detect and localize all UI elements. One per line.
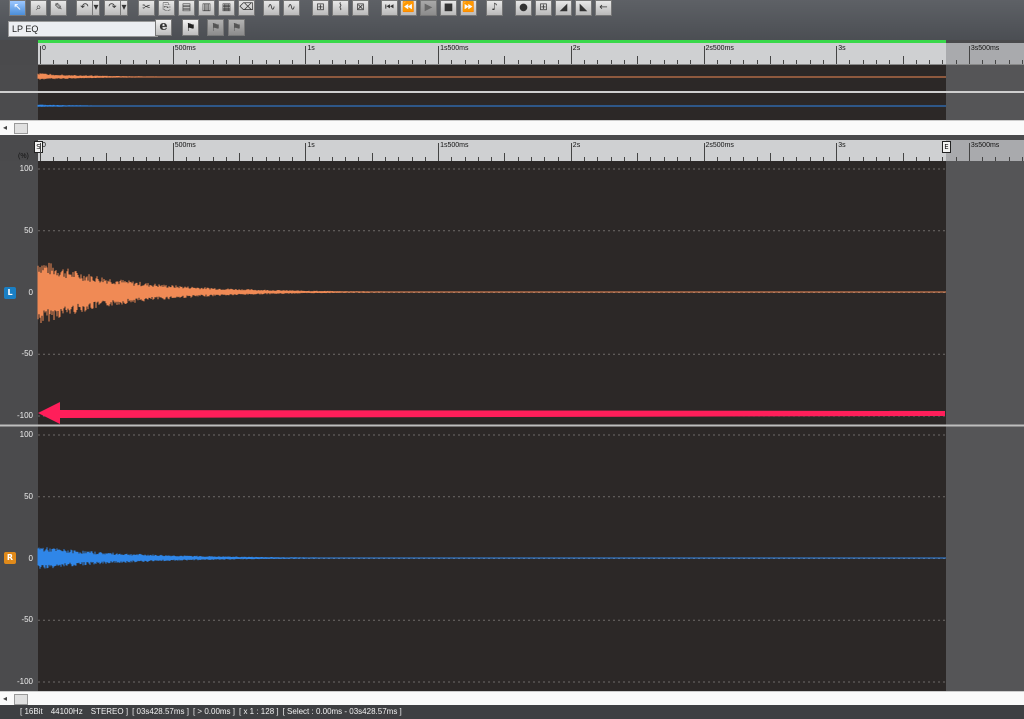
status-sample-rate: 44100Hz [50,707,83,716]
status-position: [ > 0.00ms ] [192,707,236,716]
waveform-canvas [0,73,1024,683]
annotation-arrow-shaft [58,410,945,418]
status-selection: [ Select : 0.00ms - 03s428.57ms ] [282,707,402,716]
annotation-arrow-head [38,402,60,424]
status-bit-depth: [ 16Bit [20,707,43,716]
scroll-left-icon[interactable]: ◂ [3,692,7,706]
status-bar: [ 16Bit 44100Hz STEREO ][ 03s428.57ms ][ >… [0,705,1024,719]
status-duration: [ 03s428.57ms ] [132,707,189,716]
status-channels: STEREO ] [90,707,129,716]
status-zoom: [ x 1 : 128 ] [239,707,279,716]
scroll-thumb[interactable] [14,694,28,705]
